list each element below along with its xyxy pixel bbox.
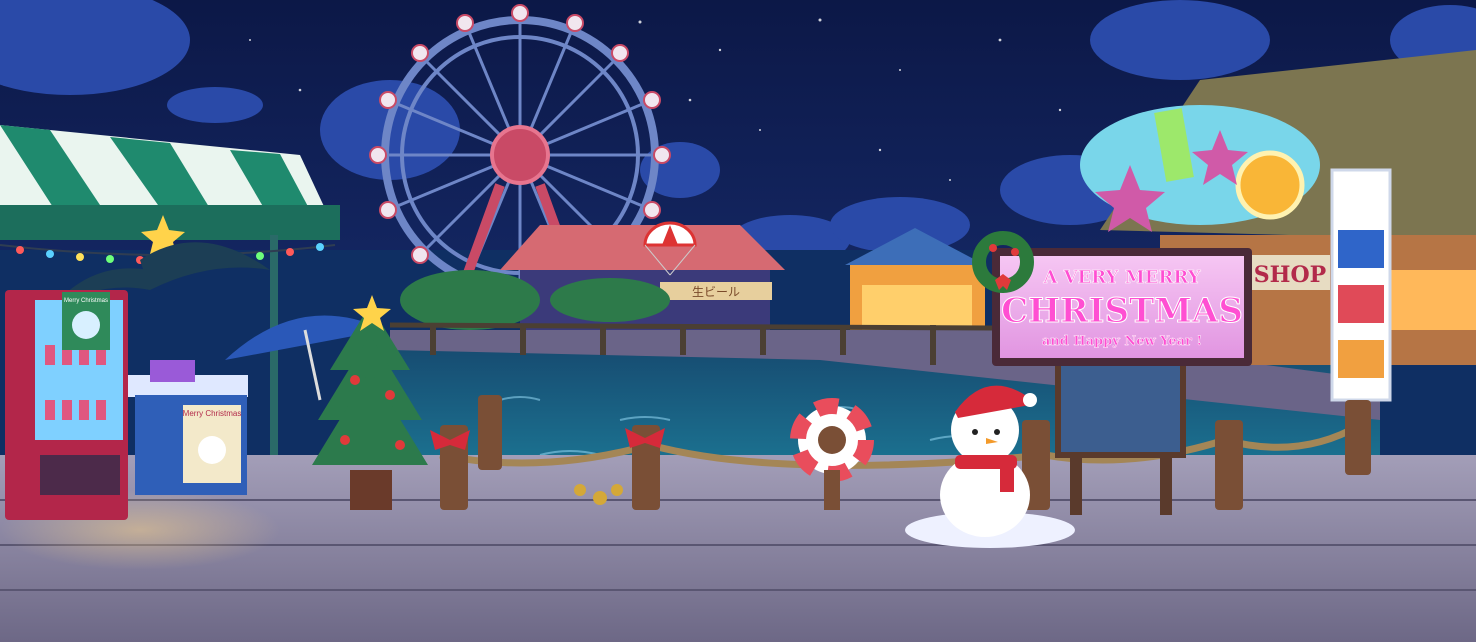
map-board xyxy=(1055,357,1186,458)
sign-line-3: and Happy New Year ! xyxy=(1042,334,1202,349)
christmas-boardwalk-background: 生ビール SHOP Merry Christmas Merry Christma… xyxy=(0,0,1476,642)
snowman-sticker-icon xyxy=(198,436,226,464)
orange-slice-icon xyxy=(1235,150,1305,220)
gift-box-icon xyxy=(150,360,195,382)
cooler-box: Merry Christmas xyxy=(128,360,248,495)
sign-line-1: A VERY MERRY xyxy=(1042,267,1201,288)
game-scene: 生ビール SHOP Merry Christmas Merry Christma… xyxy=(0,0,1476,642)
cooler-label: Merry Christmas xyxy=(183,409,242,418)
shop-sign-text: SHOP xyxy=(1254,262,1326,288)
pavilion-sign-text: 生ビール xyxy=(692,285,740,299)
sign-line-2: CHRISTMAS xyxy=(1001,291,1243,331)
vending-machine-icon: Merry Christmas xyxy=(5,290,128,520)
vending-poster-text: Merry Christmas xyxy=(64,298,108,304)
